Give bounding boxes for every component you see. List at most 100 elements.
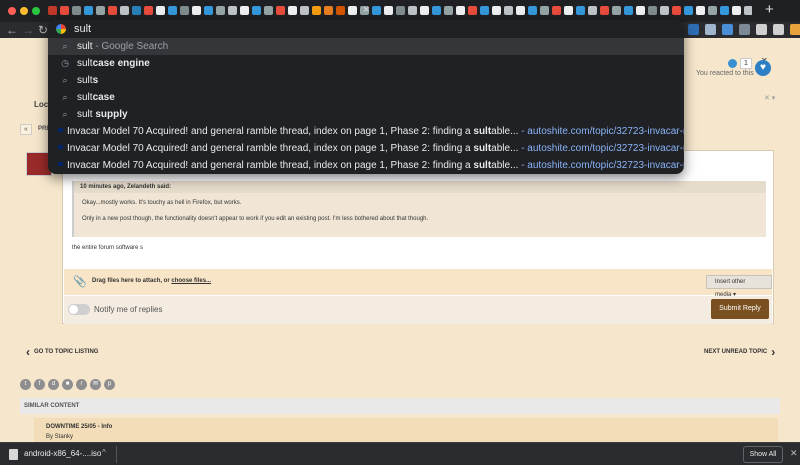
- download-item[interactable]: android-x86_64-....iso: [24, 449, 101, 458]
- suggestion-item[interactable]: Invacar Model 70 Acquired! and general r…: [48, 157, 684, 174]
- close-icon[interactable]: ✕: [790, 448, 798, 459]
- show-all-button[interactable]: Show All: [743, 446, 783, 463]
- tab-favicon-icon[interactable]: [384, 6, 393, 15]
- facebook-icon[interactable]: f: [34, 379, 45, 390]
- insert-media-button[interactable]: Insert other media ▾: [706, 275, 772, 298]
- tab-favicon-icon[interactable]: [408, 6, 417, 15]
- tab-favicon-icon[interactable]: [120, 6, 129, 15]
- choose-files-link[interactable]: choose files...: [171, 278, 211, 284]
- delicious-icon[interactable]: ■: [62, 379, 73, 390]
- tab-favicon-icon[interactable]: [588, 6, 597, 15]
- tab-favicon-icon[interactable]: [264, 6, 273, 15]
- tab-favicon-icon[interactable]: [636, 6, 645, 15]
- tab-favicon-icon[interactable]: [540, 6, 549, 15]
- tab-favicon-icon[interactable]: [420, 6, 429, 15]
- tab-favicon-icon[interactable]: [564, 6, 573, 15]
- tab-favicon-icon[interactable]: [276, 6, 285, 15]
- new-tab-button[interactable]: +: [765, 2, 774, 18]
- tab-favicon-icon[interactable]: [348, 6, 357, 15]
- tab-favicon-icon[interactable]: [732, 6, 741, 15]
- tab-favicon-icon[interactable]: [600, 6, 609, 15]
- digg-icon[interactable]: d: [48, 379, 59, 390]
- tab-favicon-icon[interactable]: [156, 6, 165, 15]
- submit-reply-button[interactable]: Submit Reply: [711, 299, 769, 319]
- tab-favicon-icon[interactable]: [108, 6, 117, 15]
- tab-favicon-icon[interactable]: [228, 6, 237, 15]
- back-icon[interactable]: ←: [6, 22, 18, 38]
- reload-icon[interactable]: ↻: [38, 22, 48, 38]
- maximize-window-button[interactable]: [32, 7, 40, 15]
- tab-favicon-icon[interactable]: [180, 6, 189, 15]
- first-page-button[interactable]: «: [20, 124, 32, 135]
- reaction-count[interactable]: 1: [728, 58, 752, 69]
- similar-item[interactable]: DOWNTIME 25/05 - Info By Stanky: [34, 418, 778, 442]
- close-window-button[interactable]: [8, 7, 16, 15]
- suggestion-item[interactable]: ⌕ sult - Google Search: [48, 38, 684, 55]
- tab-favicon-icon[interactable]: [648, 6, 657, 15]
- tab-favicon-icon[interactable]: [300, 6, 309, 15]
- forward-icon[interactable]: →: [22, 22, 34, 38]
- tab-favicon-icon[interactable]: [552, 6, 561, 15]
- dismiss-icon[interactable]: ✕ ▾: [764, 94, 775, 102]
- similar-title[interactable]: DOWNTIME 25/05 - Info: [46, 424, 112, 430]
- tab-favicon-icon[interactable]: [624, 6, 633, 15]
- tab-favicon-icon[interactable]: [372, 6, 381, 15]
- extension-icon[interactable]: [790, 24, 800, 35]
- tab-favicon-icon[interactable]: [516, 6, 525, 15]
- tab-favicon-icon[interactable]: [84, 6, 93, 15]
- address-bar[interactable]: sult: [48, 20, 684, 38]
- tab-favicon-icon[interactable]: [336, 6, 345, 15]
- suggestion-item[interactable]: Invacar Model 70 Acquired! and general r…: [48, 140, 684, 157]
- heart-react-button[interactable]: ♥: [755, 60, 771, 76]
- tab-favicon-icon[interactable]: [48, 6, 57, 15]
- tab-favicon-icon[interactable]: [60, 6, 69, 15]
- address-input[interactable]: sult: [74, 23, 91, 35]
- extension-icon[interactable]: [756, 24, 767, 35]
- suggestion-item[interactable]: ⌕ sultcase: [48, 89, 684, 106]
- tab-favicon-icon[interactable]: [252, 6, 261, 15]
- extension-icon[interactable]: [688, 24, 699, 35]
- tab-favicon-icon[interactable]: [216, 6, 225, 15]
- tab-favicon-icon[interactable]: [708, 6, 717, 15]
- suggestion-item[interactable]: ⌕ sults: [48, 72, 684, 89]
- tab-favicon-icon[interactable]: [492, 6, 501, 15]
- tab-favicon-icon[interactable]: [324, 6, 333, 15]
- tab-favicon-icon[interactable]: [468, 6, 477, 15]
- tab-favicon-icon[interactable]: [456, 6, 465, 15]
- tab-favicon-icon[interactable]: [744, 6, 752, 15]
- tab-favicon-icon[interactable]: [204, 6, 213, 15]
- extension-icon[interactable]: [705, 24, 716, 35]
- tab-favicon-icon[interactable]: [696, 6, 705, 15]
- attach-bar[interactable]: 📎 Drag files here to attach, or choose f…: [64, 269, 772, 298]
- twitter-icon[interactable]: t: [20, 379, 31, 390]
- tab-favicon-icon[interactable]: [528, 6, 537, 15]
- tab-favicon-icon[interactable]: [576, 6, 585, 15]
- editor-content[interactable]: the entire forum software s: [72, 245, 143, 251]
- tab-favicon-icon[interactable]: [288, 6, 297, 15]
- tab-favicon-icon[interactable]: [396, 6, 405, 15]
- tab-favicon-icon[interactable]: [240, 6, 249, 15]
- close-tab-icon[interactable]: ×: [363, 4, 369, 16]
- tab-favicon-icon[interactable]: [684, 6, 693, 15]
- pinterest-icon[interactable]: p: [104, 379, 115, 390]
- chevron-up-icon[interactable]: ^: [102, 448, 106, 457]
- extension-icon[interactable]: [739, 24, 750, 35]
- tab-favicon-icon[interactable]: [612, 6, 621, 15]
- tab-favicon-icon[interactable]: [192, 6, 201, 15]
- tab-favicon-icon[interactable]: [444, 6, 453, 15]
- next-unread-link[interactable]: NEXT UNREAD TOPIC ›: [704, 345, 775, 359]
- tab-favicon-icon[interactable]: [168, 6, 177, 15]
- tab-favicon-icon[interactable]: [72, 6, 81, 15]
- tab-favicon-icon[interactable]: [672, 6, 681, 15]
- tab-favicon-icon[interactable]: [132, 6, 141, 15]
- suggestion-item[interactable]: Invacar Model 70 Acquired! and general r…: [48, 123, 684, 140]
- tab-favicon-icon[interactable]: [504, 6, 513, 15]
- tab-favicon-icon[interactable]: [96, 6, 105, 15]
- extension-icon[interactable]: [722, 24, 733, 35]
- extension-icon[interactable]: [773, 24, 784, 35]
- tab-favicon-icon[interactable]: [660, 6, 669, 15]
- suggestion-item[interactable]: ⌕ sult supply: [48, 106, 684, 123]
- tab-favicon-icon[interactable]: [432, 6, 441, 15]
- go-to-topic-link[interactable]: ‹ GO TO TOPIC LISTING: [26, 345, 98, 359]
- suggestion-item[interactable]: ◷ sultcase engine: [48, 55, 684, 72]
